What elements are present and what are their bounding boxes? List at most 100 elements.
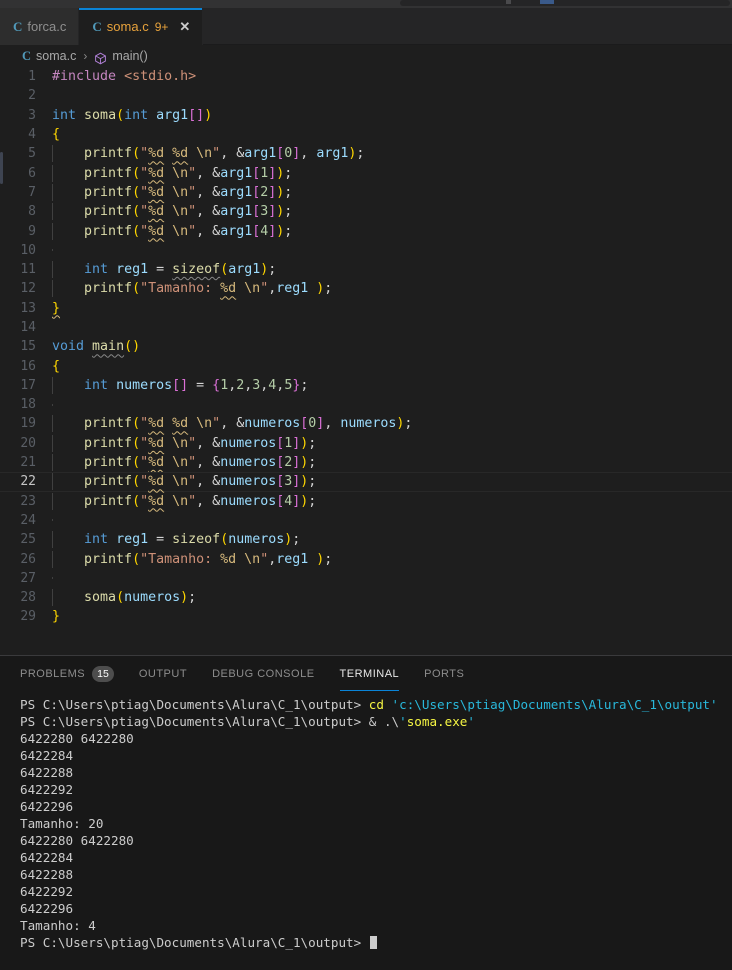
code-line[interactable]: 13} xyxy=(0,299,732,318)
terminal-line: 6422292 xyxy=(20,781,732,798)
panel-tab-problems[interactable]: PROBLEMS 15 xyxy=(20,656,114,691)
code-line[interactable]: 1 #include <stdio.h> xyxy=(0,67,732,86)
code-token: ( xyxy=(132,474,141,490)
code-token: \n xyxy=(244,551,261,567)
terminal-line: 6422280 6422280 xyxy=(20,832,732,849)
code-line[interactable]: 16 { xyxy=(0,356,732,375)
code-line[interactable]: 4{ xyxy=(0,125,732,144)
code-token: printf xyxy=(52,416,133,432)
code-token: arg1 xyxy=(156,107,189,123)
code-line[interactable]: 14 xyxy=(0,318,732,337)
code-token: " xyxy=(188,474,197,490)
panel-tab-debug-console[interactable]: DEBUG CONSOLE xyxy=(212,656,314,691)
indent-guide xyxy=(52,473,53,491)
code-line-text: printf("%d \n", &numeros[4]); xyxy=(52,492,732,510)
code-line[interactable]: 7 printf("%d \n", &arg1[2]); xyxy=(0,183,732,202)
code-token: ; xyxy=(284,223,293,239)
panel-tab-terminal[interactable]: TERMINAL xyxy=(339,656,400,691)
breadcrumb[interactable]: C soma.c › main() xyxy=(0,45,732,67)
panel-tab-label: PROBLEMS xyxy=(20,667,86,680)
code-line[interactable]: 27 xyxy=(0,569,732,588)
terminal-output[interactable]: PS C:\Users\ptiag\Documents\Alura\C_1\ou… xyxy=(0,691,732,951)
code-line[interactable]: 8 printf("%d \n", &arg1[3]); xyxy=(0,202,732,221)
close-icon[interactable]: ✕ xyxy=(179,20,190,33)
code-line[interactable]: 22 printf("%d \n", &numeros[3]); xyxy=(0,472,732,492)
code-line[interactable]: 3 int soma(int arg1[]) xyxy=(0,106,732,125)
code-token: ( xyxy=(116,107,125,123)
code-token: int xyxy=(52,107,77,123)
indent-guide xyxy=(52,454,53,472)
panel-tab-ports[interactable]: PORTS xyxy=(424,656,464,691)
line-number: 25 xyxy=(20,532,36,548)
editor-tab-label: soma.c xyxy=(106,19,149,34)
breadcrumb-symbol[interactable]: main() xyxy=(112,49,147,63)
code-line[interactable]: 23 printf("%d \n", &numeros[4]); xyxy=(0,492,732,511)
code-token: " xyxy=(188,184,197,200)
code-token: , & xyxy=(196,435,221,451)
code-line[interactable]: 6 printf("%d \n", &arg1[1]); xyxy=(0,163,732,182)
code-token: ; xyxy=(292,532,301,548)
code-line[interactable]: 17 int numeros[] = {1,2,3,4,5}; xyxy=(0,376,732,395)
code-line[interactable]: 12 printf("Tamanho: %d \n",reg1 ); xyxy=(0,279,732,298)
code-line-text: } xyxy=(52,609,732,624)
code-line[interactable]: 26 printf("Tamanho: %d \n",reg1 ); xyxy=(0,549,732,568)
code-token: arg1 xyxy=(244,146,277,162)
code-token: main xyxy=(92,339,125,355)
code-line[interactable]: 19 printf("%d %d \n", &numeros[0], numer… xyxy=(0,414,732,433)
code-token: " xyxy=(140,146,149,162)
terminal-text: & .\ xyxy=(368,714,400,729)
terminal-line: 6422292 xyxy=(20,883,732,900)
code-line[interactable]: 24 xyxy=(0,511,732,530)
editor-tab-forca-c[interactable]: Cforca.c xyxy=(0,8,80,45)
terminal-text: 6422296 xyxy=(20,901,74,916)
terminal-text: ' xyxy=(467,714,475,729)
code-line-text: printf("%d \n", &numeros[2]); xyxy=(52,454,732,472)
code-line[interactable]: 2 xyxy=(0,86,732,105)
code-line[interactable]: 28 soma(numeros); xyxy=(0,588,732,607)
indent-guide xyxy=(52,403,53,406)
indent-guide xyxy=(52,164,53,182)
code-token: " xyxy=(140,165,149,181)
code-line[interactable]: 20 printf("%d \n", &numeros[1]); xyxy=(0,434,732,453)
code-token: soma xyxy=(84,590,117,606)
code-token: reg1 xyxy=(276,281,309,297)
panel-tab-output[interactable]: OUTPUT xyxy=(139,656,187,691)
breadcrumb-file[interactable]: soma.c xyxy=(36,49,76,63)
code-line[interactable]: 9 printf("%d \n", &arg1[4]); xyxy=(0,221,732,240)
code-line[interactable]: 25 int reg1 = sizeof(numeros); xyxy=(0,530,732,549)
code-token: " xyxy=(140,455,149,471)
code-token: printf xyxy=(52,474,133,490)
code-token: arg1 xyxy=(220,184,253,200)
code-line[interactable]: 29} xyxy=(0,607,732,626)
code-line[interactable]: 11 int reg1 = sizeof(arg1); xyxy=(0,260,732,279)
code-line[interactable]: 15 void main() xyxy=(0,337,732,356)
line-number: 6 xyxy=(28,165,36,181)
code-token: ( xyxy=(132,184,141,200)
line-number: 27 xyxy=(20,570,36,586)
indent-guide xyxy=(52,550,53,568)
line-number: 9 xyxy=(28,223,36,239)
bottom-panel: PROBLEMS 15 OUTPUT DEBUG CONSOLE TERMINAL POR… xyxy=(0,656,732,970)
code-line[interactable]: 10 xyxy=(0,241,732,260)
code-token: ; xyxy=(188,590,197,606)
code-line[interactable]: 21 printf("%d \n", &numeros[2]); xyxy=(0,453,732,472)
code-line[interactable]: 5 printf("%d %d \n", &arg1[0], arg1); xyxy=(0,144,732,163)
editor-tab-soma-c[interactable]: Csoma.c 9+ ✕ xyxy=(79,8,204,45)
indent-guide xyxy=(52,589,53,607)
code-line[interactable]: 18 xyxy=(0,395,732,414)
line-number: 24 xyxy=(20,512,36,528)
panel-tab-label: TERMINAL xyxy=(339,667,400,680)
code-token: numeros xyxy=(340,416,397,432)
code-editor[interactable]: 1 #include <stdio.h> 2 3 int soma(int arg1[]… xyxy=(0,67,732,655)
command-center[interactable] xyxy=(400,0,730,6)
terminal-line: Tamanho: 4 xyxy=(20,917,732,934)
terminal-text: 6422292 xyxy=(20,782,74,797)
code-token: %d xyxy=(148,146,165,162)
code-token: , & xyxy=(196,455,221,471)
